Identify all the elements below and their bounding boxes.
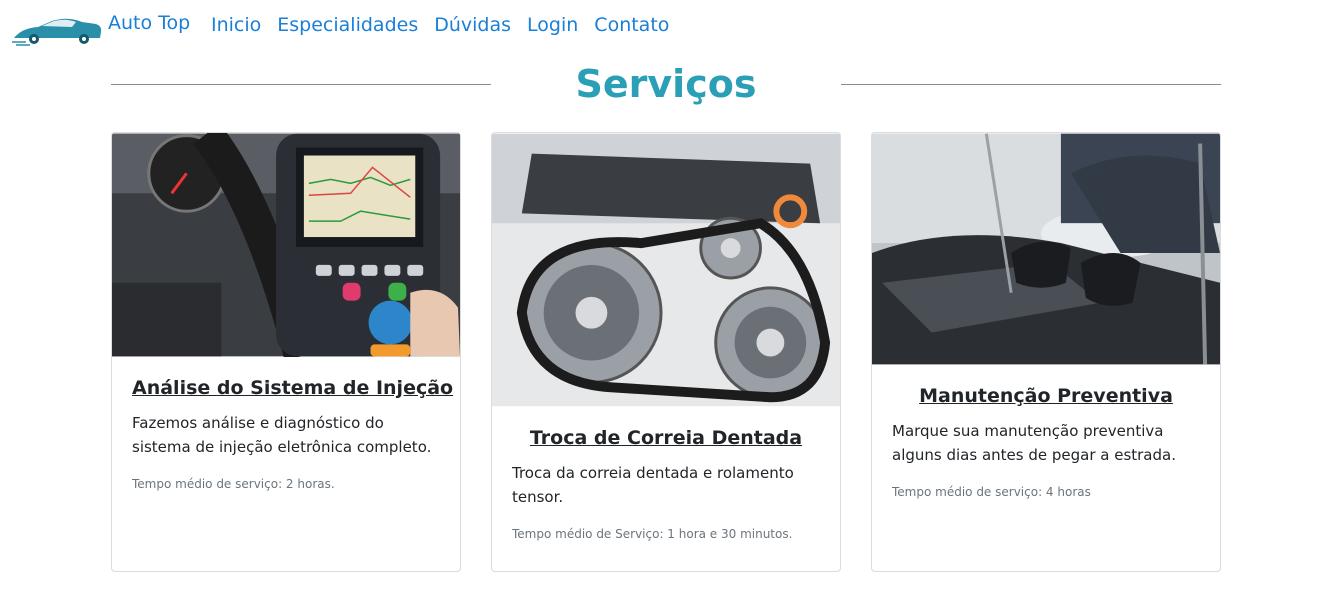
nav-link-duvidas[interactable]: Dúvidas	[426, 14, 519, 36]
nav-link-especialidades[interactable]: Especialidades	[269, 14, 426, 36]
nav-link-contato[interactable]: Contato	[586, 14, 677, 36]
divider-right	[841, 84, 1221, 85]
car-logo-icon	[12, 18, 102, 46]
brand-link[interactable]: Auto Top	[12, 12, 190, 46]
diagnostic-scanner-image	[112, 133, 460, 357]
section-header: Serviços	[111, 60, 1221, 112]
card-body: Manutenção Preventiva Marque sua manuten…	[872, 385, 1220, 499]
nav-link-inicio[interactable]: Inicio	[203, 14, 269, 36]
card-service-time: Tempo médio de Serviço: 1 hora e 30 minu…	[512, 527, 793, 541]
card-title-link[interactable]: Análise do Sistema de Injeção	[132, 377, 453, 399]
card-description: Marque sua manutenção preventiva alguns …	[892, 422, 1176, 464]
card-description: Fazemos análise e diagnóstico do sistema…	[132, 414, 432, 456]
brand-name: Auto Top	[108, 12, 191, 34]
card-title-link[interactable]: Troca de Correia Dentada	[512, 427, 820, 449]
service-card-timing-belt: Troca de Correia Dentada Troca da correi…	[491, 132, 841, 572]
card-body: Análise do Sistema de Injeção Fazemos an…	[112, 377, 460, 491]
service-card-preventive: Manutenção Preventiva Marque sua manuten…	[871, 132, 1221, 572]
card-body: Troca de Correia Dentada Troca da correi…	[492, 427, 840, 541]
service-card-injection: Análise do Sistema de Injeção Fazemos an…	[111, 132, 461, 572]
mechanic-engine-image	[872, 133, 1220, 365]
card-description: Troca da correia dentada e rolamento ten…	[512, 464, 794, 506]
navbar: Auto Top Inicio Especialidades Dúvidas L…	[0, 0, 1319, 56]
card-title-link[interactable]: Manutenção Preventiva	[892, 385, 1200, 407]
nav-links: Inicio Especialidades Dúvidas Login Cont…	[203, 14, 677, 36]
card-service-time: Tempo médio de serviço: 4 horas	[892, 485, 1091, 499]
card-service-time: Tempo médio de serviço: 2 horas.	[132, 477, 335, 491]
engine-timing-belt-image	[492, 133, 840, 407]
nav-link-login[interactable]: Login	[519, 14, 586, 36]
